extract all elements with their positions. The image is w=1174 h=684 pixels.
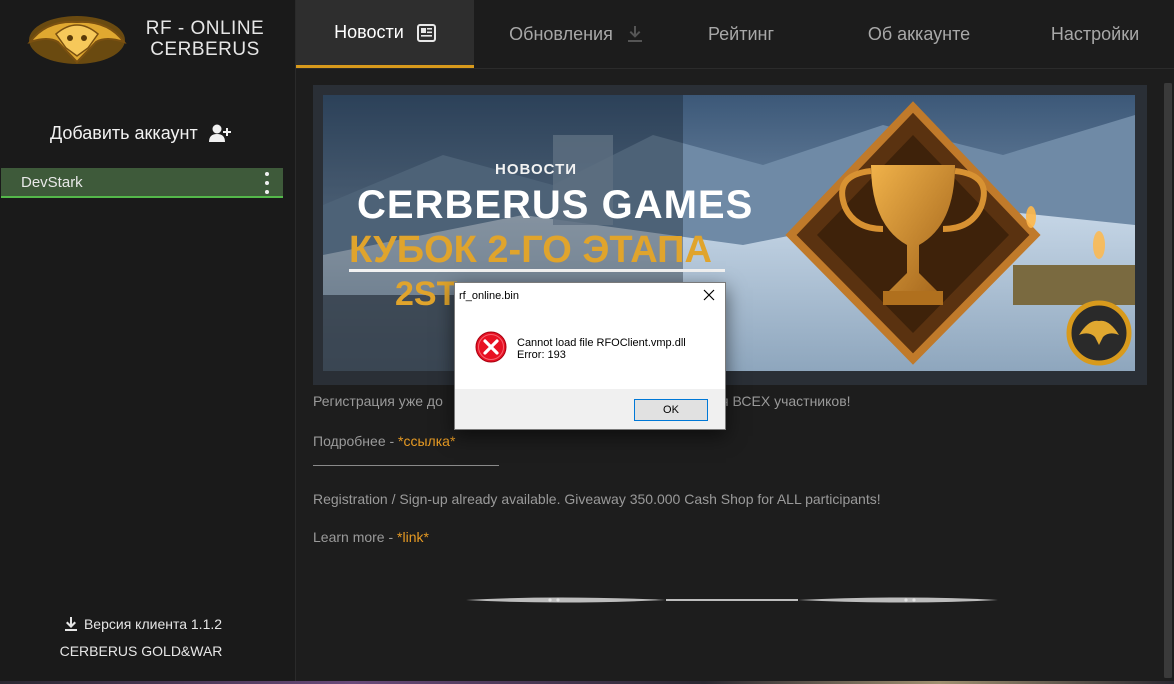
tab-news[interactable]: Новости (296, 0, 474, 68)
news-banner-frame: НОВОСТИ CERBERUS GAMES КУБОК 2-ГО ЭТАПА … (313, 85, 1147, 385)
brand-line-1: RF - ONLINE (145, 18, 265, 39)
divider-line (313, 465, 499, 466)
tab-news-label: Новости (334, 22, 404, 42)
cerberus-logo (27, 16, 127, 64)
tab-settings[interactable]: Настройки (1036, 0, 1154, 68)
tab-rating[interactable]: Рейтинг (676, 0, 806, 68)
en-more-label: Learn more - (313, 529, 398, 545)
top-navigation: Новости Обновления Рейтинг Об аккаунте Н… (296, 0, 1174, 69)
ru-more-label: Подробнее - (313, 433, 399, 449)
ru-more-link[interactable]: *ссылка* (398, 433, 455, 449)
download-icon (64, 617, 77, 631)
tab-rating-label: Рейтинг (707, 23, 775, 44)
brand-name: RF - ONLINE CERBERUS (140, 18, 270, 60)
dialog-title: rf_online.bin (459, 290, 519, 302)
content-scrollbar[interactable] (1164, 83, 1172, 678)
en-announcement: Registration / Sign-up already available… (313, 491, 881, 507)
sidebar: RF - ONLINE CERBERUS Добавить аккаунт De… (0, 0, 296, 684)
tab-updates-label: Обновления (509, 23, 613, 44)
banner-subtitle-2: 2ST (395, 275, 458, 313)
tab-updates[interactable]: Обновления (492, 0, 662, 68)
dialog-message-line-1: Cannot load file RFOClient.vmp.dll (517, 337, 686, 349)
banner-title: CERBERUS GAMES (357, 183, 754, 227)
banner-tag: НОВОСТИ (495, 161, 578, 178)
account-menu-icon[interactable] (261, 172, 273, 194)
dialog-footer: OK (455, 389, 725, 429)
ok-button[interactable]: OK (634, 399, 708, 421)
version-label: Версия клиента 1.1.2 (83, 616, 223, 632)
newspaper-icon (416, 23, 436, 42)
download-icon (627, 26, 642, 42)
banner-subtitle: КУБОК 2-ГО ЭТАПА (349, 229, 712, 271)
en-more-link[interactable]: *link* (397, 529, 429, 545)
add-account-button[interactable]: Добавить аккаунт (50, 120, 232, 146)
en-more: Learn more - *link* (313, 529, 429, 545)
dialog-message-line-2: Error: 193 (517, 349, 566, 361)
ru-text-left: Регистрация уже до (313, 393, 443, 409)
error-icon (475, 331, 507, 363)
ru-more: Подробнее - *ссылка* (313, 433, 455, 449)
news-banner: НОВОСТИ CERBERUS GAMES КУБОК 2-ГО ЭТАПА … (323, 95, 1135, 371)
tab-settings-label: Настройки (1050, 23, 1140, 44)
account-item[interactable]: DevStark (1, 168, 283, 198)
ru-text-right: ля ВСЕХ участников! (712, 393, 851, 409)
news-content: НОВОСТИ CERBERUS GAMES КУБОК 2-ГО ЭТАПА … (296, 69, 1174, 684)
scrollbar-thumb[interactable] (1164, 83, 1172, 678)
add-account-label: Добавить аккаунт (50, 122, 198, 143)
tab-account-label: Об аккаунте (867, 23, 971, 44)
close-icon[interactable] (701, 287, 717, 303)
dialog-message: Cannot load file RFOClient.vmp.dll Error… (517, 337, 686, 361)
brand-line-2: CERBERUS (150, 39, 260, 60)
tab-account[interactable]: Об аккаунте (846, 0, 992, 68)
add-user-icon (208, 124, 231, 142)
error-dialog: rf_online.bin Cannot load file RFOClient… (454, 282, 726, 430)
client-version: Версия клиента 1.1.2 (0, 616, 286, 632)
guild-label: CERBERUS GOLD&WAR (59, 643, 223, 659)
ornament-divider (466, 597, 998, 603)
account-name: DevStark (21, 173, 83, 191)
